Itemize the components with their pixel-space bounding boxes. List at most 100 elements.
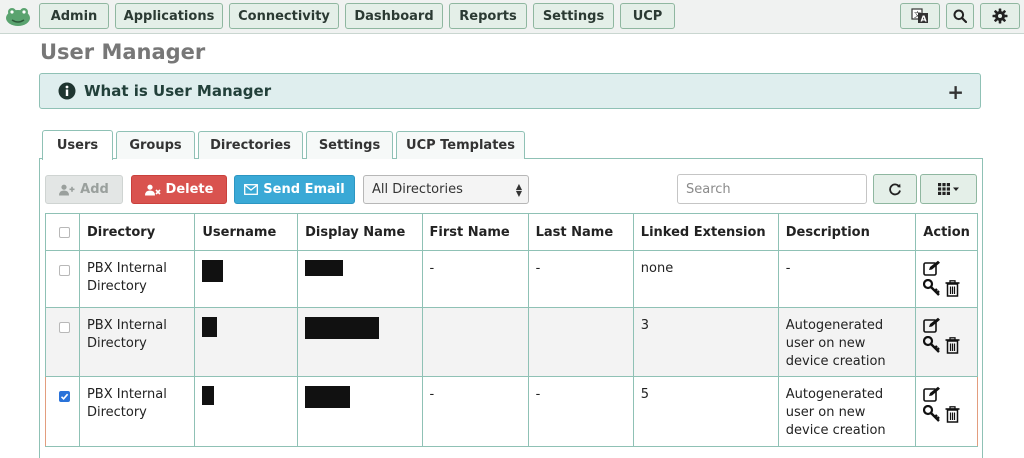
first-name-cell: - [421,376,529,447]
info-icon [58,82,76,100]
send-email-button[interactable]: Send Email [234,175,355,204]
first-name-cell [421,307,529,377]
nav-connectivity[interactable]: Connectivity [229,3,339,29]
column-header-description[interactable]: Description [777,213,917,251]
redacted-display-name [305,260,344,276]
username-cell [194,250,299,308]
last-name-cell: - [527,376,634,447]
redacted-username [202,317,218,337]
column-header-first-name[interactable]: First Name [421,213,529,251]
action-cell [915,376,978,447]
directory-filter-value: All Directories [372,182,463,197]
svg-text:A: A [921,15,928,24]
key-icon[interactable] [923,405,941,423]
tab-ucp-templates[interactable]: UCP Templates [396,131,525,159]
users-table: Directory Username Display Name First Na… [45,213,978,447]
linked-extension-cell: 3 [632,307,779,377]
settings-gear-button[interactable] [980,3,1020,29]
last-name-cell: - [527,250,634,308]
delete-button-label: Delete [165,182,214,197]
directory-filter-select[interactable]: All Directories ▲ ▼ [363,175,529,204]
trash-icon[interactable] [945,336,960,354]
nav-applications[interactable]: Applications [115,3,223,29]
table-header-row: Directory Username Display Name First Na… [45,213,978,251]
add-user-button[interactable]: Add [45,175,123,204]
table-row[interactable]: PBX Internal Directory 3 Autogenerated u… [45,307,978,377]
description-cell: - [777,250,917,308]
redacted-username [202,386,215,405]
last-name-cell [527,307,634,377]
redacted-display-name [305,386,351,408]
nav-settings[interactable]: Settings [533,3,614,29]
display-name-cell [297,250,423,308]
app-logo-icon[interactable] [4,3,32,29]
add-user-icon [59,184,75,195]
column-header-linked-extension[interactable]: Linked Extension [632,213,779,251]
checkmark-icon [60,393,69,400]
gear-icon [992,8,1008,24]
info-panel-title: What is User Manager [84,82,272,100]
display-name-cell [297,307,423,377]
tab-settings[interactable]: Settings [306,131,393,159]
language-button[interactable]: A 文 [900,3,940,29]
directory-cell: PBX Internal Directory [78,376,196,447]
linked-extension-cell: none [632,250,779,308]
trash-icon[interactable] [945,405,960,423]
language-icon: A 文 [911,8,928,24]
row-select-cell [45,376,80,447]
row-checkbox-checked[interactable] [59,391,70,402]
key-icon[interactable] [923,336,941,354]
action-cell [915,307,978,377]
nav-ucp[interactable]: UCP [620,3,675,29]
username-cell [194,376,299,447]
redacted-username [202,260,224,282]
display-name-cell [297,376,423,447]
send-email-label: Send Email [263,182,345,197]
column-header-directory[interactable]: Directory [78,213,196,251]
column-header-display-name[interactable]: Display Name [297,213,423,251]
directory-cell: PBX Internal Directory [78,307,196,377]
key-icon[interactable] [923,279,941,297]
edit-icon[interactable] [923,317,941,333]
expand-plus-icon[interactable]: + [947,80,964,104]
table-row[interactable]: PBX Internal Directory - - none - [45,250,978,308]
edit-icon[interactable] [923,386,941,402]
tab-users[interactable]: Users [42,130,113,160]
top-navigation-bar: Admin Applications Connectivity Dashboar… [0,0,1024,34]
column-header-username[interactable]: Username [194,213,299,251]
nav-dashboard[interactable]: Dashboard [345,3,443,29]
table-row[interactable]: PBX Internal Directory - - 5 Autogenerat… [45,376,978,447]
columns-toggle-button[interactable] [920,174,977,204]
trash-icon[interactable] [945,279,960,297]
linked-extension-cell: 5 [632,376,779,447]
svg-text:文: 文 [914,10,921,19]
row-checkbox[interactable] [59,322,70,333]
page-title: User Manager [40,40,206,64]
nav-reports[interactable]: Reports [449,3,527,29]
search-input[interactable] [677,174,867,204]
redacted-display-name [305,317,380,339]
search-icon [953,9,967,23]
tab-directories[interactable]: Directories [198,131,303,159]
description-cell: Autogenerated user on new device creatio… [777,307,917,377]
info-panel-header[interactable]: What is User Manager + [39,73,981,109]
select-all-checkbox[interactable] [59,226,70,238]
search-button[interactable] [946,3,974,29]
delete-user-button[interactable]: Delete [131,175,227,204]
directory-cell: PBX Internal Directory [78,250,196,308]
row-checkbox[interactable] [59,265,70,276]
column-header-last-name[interactable]: Last Name [527,213,634,251]
row-select-cell [45,307,80,377]
row-select-cell [45,250,80,308]
username-cell [194,307,299,377]
action-cell [915,250,978,308]
nav-admin[interactable]: Admin [39,3,109,29]
refresh-icon [889,183,901,196]
select-all-header [45,213,80,251]
tab-groups[interactable]: Groups [116,131,195,159]
refresh-button[interactable] [873,174,917,204]
grid-columns-icon [937,183,959,195]
edit-icon[interactable] [923,260,941,276]
envelope-icon [244,184,259,195]
first-name-cell: - [421,250,529,308]
